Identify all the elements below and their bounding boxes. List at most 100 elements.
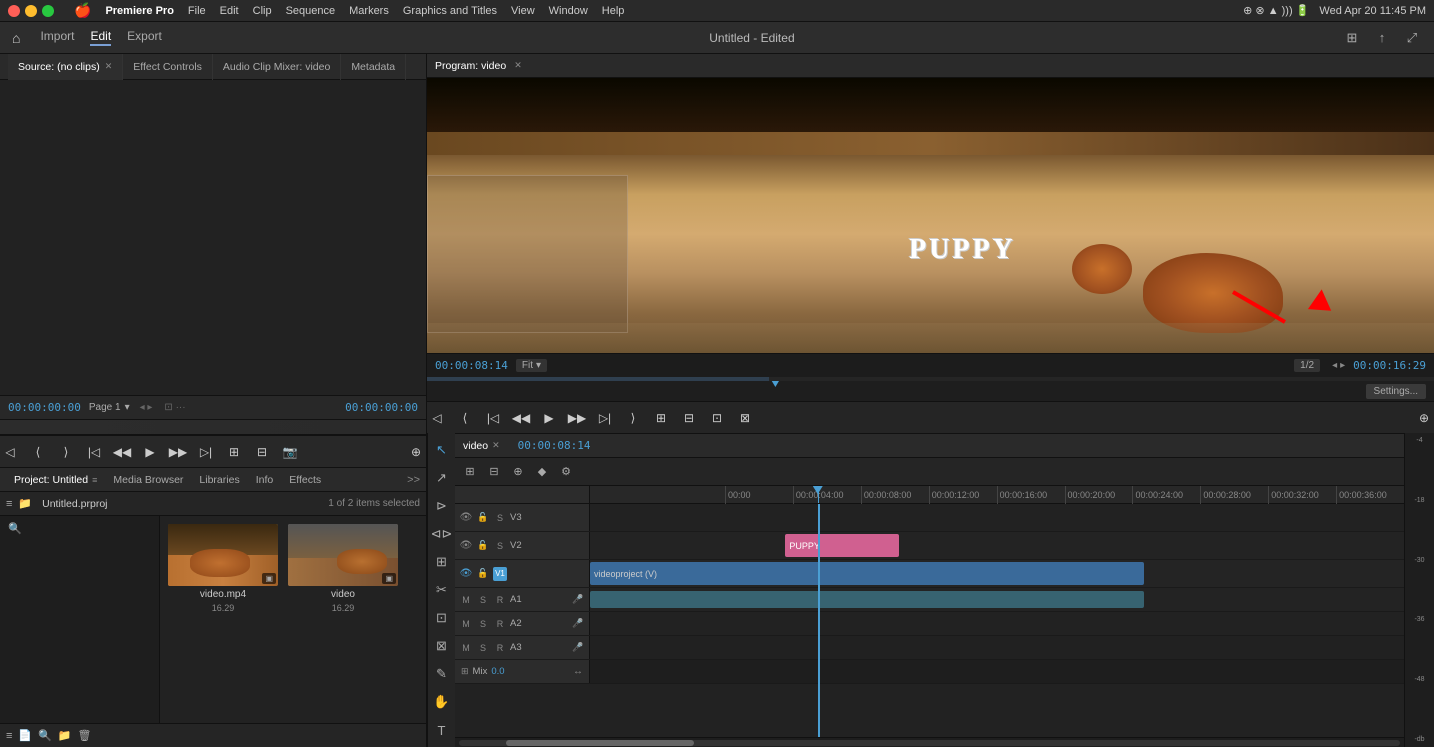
- tab-metadata[interactable]: Metadata: [341, 54, 406, 80]
- tab-info[interactable]: Info: [248, 468, 282, 492]
- puppy-clip[interactable]: PUPPY: [785, 534, 899, 557]
- a1-solo-icon[interactable]: S: [476, 593, 490, 607]
- tl-settings-icon[interactable]: ⚙: [557, 463, 575, 481]
- expand-icon[interactable]: ⤢: [1402, 28, 1422, 48]
- a3-mute-icon[interactable]: M: [459, 641, 473, 655]
- step-back-button[interactable]: ⟨: [28, 442, 48, 462]
- a2-mute-icon[interactable]: M: [459, 617, 473, 631]
- rolling-edit-tool[interactable]: ⊲⊳: [431, 523, 453, 545]
- menu-sequence[interactable]: Sequence: [286, 5, 336, 17]
- a2-mic-icon[interactable]: 🎤: [571, 617, 585, 631]
- rate-stretch-tool[interactable]: ⊞: [431, 551, 453, 573]
- tab-libraries[interactable]: Libraries: [191, 468, 247, 492]
- mix-value[interactable]: 0.0: [491, 666, 504, 677]
- a1-mute-icon[interactable]: M: [459, 593, 473, 607]
- a3-content[interactable]: [590, 636, 1404, 659]
- v2-lock-icon[interactable]: 🔓: [476, 539, 490, 553]
- v1-eye-icon[interactable]: 👁: [459, 567, 473, 581]
- a3-solo-icon[interactable]: S: [476, 641, 490, 655]
- rewind-button[interactable]: ◀◀: [112, 442, 132, 462]
- go-to-out-button[interactable]: ▷|: [196, 442, 216, 462]
- a2-record-icon[interactable]: R: [493, 617, 507, 631]
- v3-content[interactable]: [590, 504, 1404, 531]
- prog-mark-in[interactable]: ◁: [427, 408, 447, 428]
- source-timecode-in[interactable]: 00:00:00:00: [8, 401, 81, 414]
- program-timecode-out[interactable]: 00:00:16:29: [1353, 359, 1426, 372]
- fullscreen-icon[interactable]: ⊞: [1342, 28, 1362, 48]
- a3-record-icon[interactable]: R: [493, 641, 507, 655]
- menu-markers[interactable]: Markers: [349, 5, 389, 17]
- v1-content[interactable]: videoproject (V): [590, 560, 1404, 587]
- timeline-timecode[interactable]: 00:00:08:14: [518, 439, 591, 452]
- prog-extract[interactable]: ⊟: [679, 408, 699, 428]
- find-icon[interactable]: 🔍: [38, 729, 52, 742]
- a3-mic-icon[interactable]: 🎤: [571, 641, 585, 655]
- program-timecode-in[interactable]: 00:00:08:14: [435, 359, 508, 372]
- tab-source[interactable]: Source: (no clips) ✕: [8, 54, 123, 80]
- import-nav[interactable]: Import: [40, 29, 74, 46]
- new-item-icon[interactable]: 📄: [18, 729, 32, 742]
- a1-mic-icon[interactable]: 🎤: [571, 593, 585, 607]
- v3-solo-icon[interactable]: S: [493, 511, 507, 525]
- track-select-tool[interactable]: ↗: [431, 467, 453, 489]
- program-monitor-close[interactable]: ✕: [514, 60, 522, 71]
- edit-nav[interactable]: Edit: [90, 29, 111, 46]
- prog-step-fwd[interactable]: ⟩: [623, 408, 643, 428]
- menu-file[interactable]: File: [188, 5, 206, 17]
- a2-content[interactable]: [590, 612, 1404, 635]
- razor-tool[interactable]: ✂: [431, 579, 453, 601]
- tab-audio-clip-mixer[interactable]: Audio Clip Mixer: video: [213, 54, 341, 80]
- prog-compare[interactable]: ⊠: [735, 408, 755, 428]
- export-nav[interactable]: Export: [127, 29, 162, 46]
- home-button[interactable]: ⌂: [12, 30, 20, 46]
- video-clip[interactable]: videoproject (V): [590, 562, 1144, 585]
- folder-new-icon[interactable]: 📁: [58, 729, 72, 742]
- v2-solo-icon[interactable]: S: [493, 539, 507, 553]
- search-field[interactable]: 🔍: [4, 520, 155, 537]
- tab-effects[interactable]: Effects: [281, 468, 329, 492]
- v1-solo-icon[interactable]: V1: [493, 567, 507, 581]
- new-bin-icon[interactable]: ≡: [6, 730, 12, 742]
- prog-prev-edit[interactable]: |◁: [483, 408, 503, 428]
- a1-record-icon[interactable]: R: [493, 593, 507, 607]
- clip-item-1[interactable]: ▣ video 16.29: [288, 524, 398, 613]
- selection-tool[interactable]: ↖: [431, 439, 453, 461]
- prog-add-marker[interactable]: ⊕: [1414, 408, 1434, 428]
- source-tab-close[interactable]: ✕: [105, 61, 113, 72]
- type-tool[interactable]: T: [431, 719, 453, 741]
- menu-view[interactable]: View: [511, 5, 535, 17]
- prog-next-edit[interactable]: ▷|: [595, 408, 615, 428]
- stop-button[interactable]: ▶▶: [168, 442, 188, 462]
- hand-tool[interactable]: ✋: [431, 691, 453, 713]
- prev-page-icon[interactable]: ◂: [1332, 360, 1337, 371]
- slide-tool[interactable]: ⊠: [431, 635, 453, 657]
- pen-tool[interactable]: ✎: [431, 663, 453, 685]
- scroll-thumb[interactable]: [506, 740, 694, 746]
- page-selector[interactable]: Page 1 ▾ ◂ ▸: [89, 402, 153, 413]
- menu-clip[interactable]: Clip: [253, 5, 272, 17]
- pages-display[interactable]: 1/2: [1294, 359, 1320, 372]
- settings-button[interactable]: Settings...: [1366, 384, 1426, 399]
- minimize-button[interactable]: [25, 5, 37, 17]
- go-to-in-button[interactable]: |◁: [84, 442, 104, 462]
- menu-graphics-titles[interactable]: Graphics and Titles: [403, 5, 497, 17]
- menu-edit[interactable]: Edit: [220, 5, 239, 17]
- a1-content[interactable]: [590, 588, 1404, 611]
- v3-eye-icon[interactable]: 👁: [459, 511, 473, 525]
- prog-lift[interactable]: ⊞: [651, 408, 671, 428]
- menu-window[interactable]: Window: [549, 5, 588, 17]
- tl-link-icon[interactable]: ⊟: [485, 463, 503, 481]
- timeline-scrollbar[interactable]: [455, 737, 1404, 747]
- play-button[interactable]: ▶: [140, 442, 160, 462]
- tl-marker-icon[interactable]: ◆: [533, 463, 551, 481]
- ripple-edit-tool[interactable]: ⊳: [431, 495, 453, 517]
- audio-clip[interactable]: [590, 591, 1144, 607]
- slip-tool[interactable]: ⊡: [431, 607, 453, 629]
- tl-add-icon[interactable]: ⊕: [509, 463, 527, 481]
- tab-project[interactable]: Project: Untitled ≡: [6, 468, 105, 492]
- mark-in-button[interactable]: ◁: [0, 442, 20, 462]
- insert-button[interactable]: ⊞: [224, 442, 244, 462]
- step-forward-button[interactable]: ⟩: [56, 442, 76, 462]
- prog-play-next[interactable]: ▶▶: [567, 408, 587, 428]
- timeline-tab-close[interactable]: ✕: [492, 440, 500, 451]
